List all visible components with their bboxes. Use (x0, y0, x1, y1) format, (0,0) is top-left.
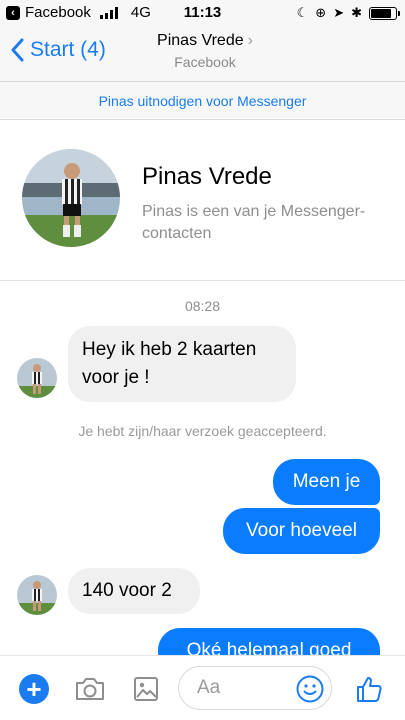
chevron-left-icon (11, 38, 24, 62)
system-message: Je hebt zijn/haar verzoek geaccepteerd. (78, 423, 327, 439)
message-bubble-incoming[interactable]: 140 voor 2 (68, 568, 200, 614)
emoji-button[interactable] (295, 674, 325, 704)
profile-photo[interactable] (22, 149, 120, 247)
plus-icon: + (19, 673, 49, 704)
back-button[interactable]: Start (4) (10, 38, 106, 62)
invite-to-messenger-link[interactable]: Pinas uitnodigen voor Messenger (0, 82, 405, 120)
like-button[interactable] (350, 656, 390, 720)
battery-icon (369, 6, 400, 20)
message-bubble-outgoing[interactable]: Voor hoeveel (223, 508, 380, 554)
status-bar: ‹ Facebook 4G 11:13 ☾ ⊕ ➤ ✱ (0, 0, 405, 26)
profile-name: Pinas Vrede (142, 163, 272, 190)
bluetooth-icon: ✱ (351, 5, 362, 20)
camera-icon (76, 677, 104, 700)
conversation-title: Pinas Vrede (157, 32, 244, 49)
orientation-lock-icon: ⊕ (315, 5, 327, 20)
conversation-subtitle: Facebook (174, 54, 236, 70)
gallery-button[interactable] (128, 656, 164, 720)
location-icon: ➤ (333, 5, 345, 20)
message-bubble-outgoing[interactable]: Meen je (273, 459, 380, 505)
chevron-right-icon: › (247, 32, 253, 49)
message-input[interactable] (197, 667, 287, 709)
moon-icon: ☾ (296, 5, 309, 20)
image-icon (134, 676, 158, 701)
contact-avatar[interactable] (17, 575, 57, 615)
status-right: ☾ ⊕ ➤ ✱ (296, 5, 400, 21)
navigation-bar: Start (4) Pinas Vrede › Facebook (0, 26, 405, 82)
back-button-label: Start (4) (30, 38, 106, 61)
message-timestamp: 08:28 (184, 298, 221, 314)
contact-profile-card: Pinas Vrede Pinas is een van je Messenge… (0, 121, 405, 281)
message-bubble-incoming[interactable]: Hey ik heb 2 kaarten voor je ! (68, 326, 296, 402)
composer-toolbar: + (0, 655, 405, 720)
emoji-icon (296, 675, 324, 703)
thumbs-up-icon (357, 676, 382, 702)
profile-description: Pinas is een van je Messenger-contacten (142, 203, 366, 242)
camera-button[interactable] (72, 656, 108, 720)
contact-avatar[interactable] (17, 358, 57, 398)
message-composer (178, 666, 332, 710)
add-button[interactable]: + (14, 656, 54, 720)
conversation-header[interactable]: Pinas Vrede › Facebook (120, 32, 290, 70)
